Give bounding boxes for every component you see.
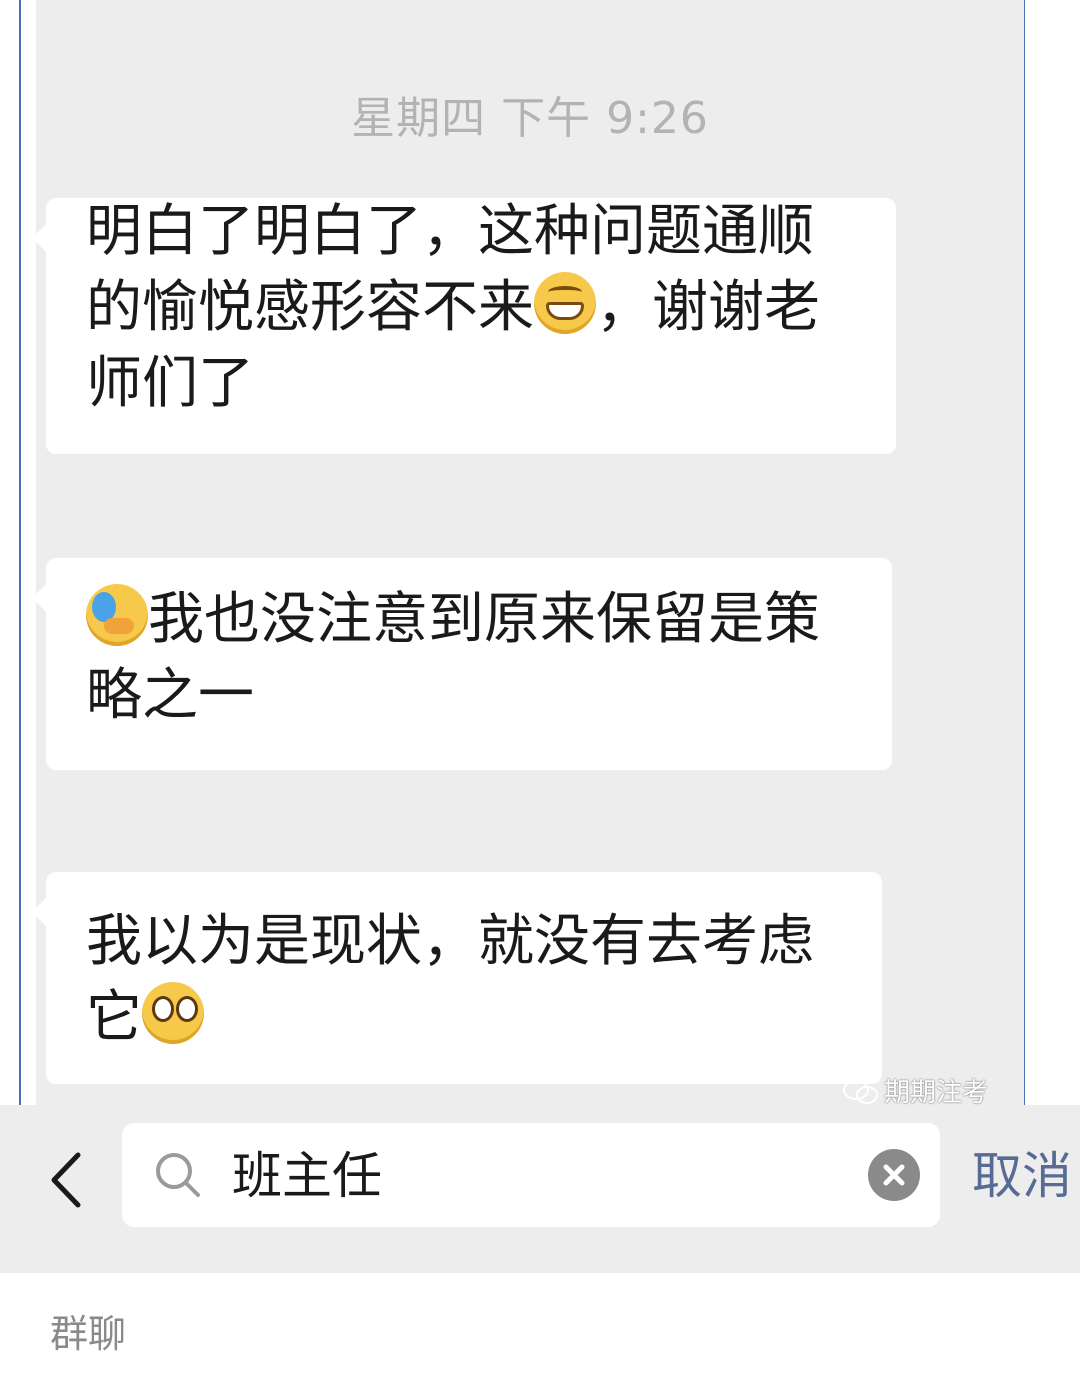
- search-icon: [156, 1153, 200, 1197]
- pleading-face-icon: [142, 982, 204, 1044]
- message-text: 我也没注意到原来保留是策略之一: [86, 582, 852, 734]
- search-box[interactable]: [122, 1123, 940, 1229]
- message-text: 明白了明白了，这种问题通顺的愉悦感形容不来 ，谢谢老师们了: [86, 194, 856, 422]
- message-bubble[interactable]: 我以为是现状，就没有去考虑它: [32, 872, 882, 1084]
- grinning-face-icon: [534, 272, 596, 334]
- message-timestamp: 星期四 下午 9:26: [351, 93, 709, 144]
- message-bubble[interactable]: 我也没注意到原来保留是策略之一: [32, 558, 892, 770]
- chevron-left-icon: [51, 1152, 81, 1208]
- watermark: 期期注考: [842, 1072, 988, 1109]
- loudly-crying-face-icon: [86, 584, 148, 646]
- back-button[interactable]: [40, 1145, 90, 1215]
- border-line: [19, 0, 21, 200]
- border-line: [19, 200, 21, 1105]
- search-input[interactable]: [230, 1123, 854, 1229]
- cancel-button[interactable]: 取消: [972, 1141, 1072, 1211]
- section-label-group-chat: 群聊: [50, 1312, 127, 1356]
- message-text-part: 我也没注意到原来保留是策略之一: [86, 587, 820, 728]
- clear-icon: [883, 1164, 905, 1186]
- message-bubble[interactable]: 明白了明白了，这种问题通顺的愉悦感形容不来 ，谢谢老师们了: [32, 198, 896, 454]
- search-bar: 取消: [0, 1105, 1080, 1273]
- message-text: 我以为是现状，就没有去考虑它: [86, 904, 842, 1056]
- wechat-icon: [843, 1080, 878, 1104]
- chat-screenshot: 星期四 下午 9:26 明白了明白了，这种问题通顺的愉悦感形容不来 ，谢谢老师们了…: [0, 0, 1080, 1108]
- clear-search-button[interactable]: [868, 1149, 920, 1201]
- watermark-text: 期期注考: [884, 1078, 989, 1108]
- search-results: 群聊: [0, 1273, 1080, 1378]
